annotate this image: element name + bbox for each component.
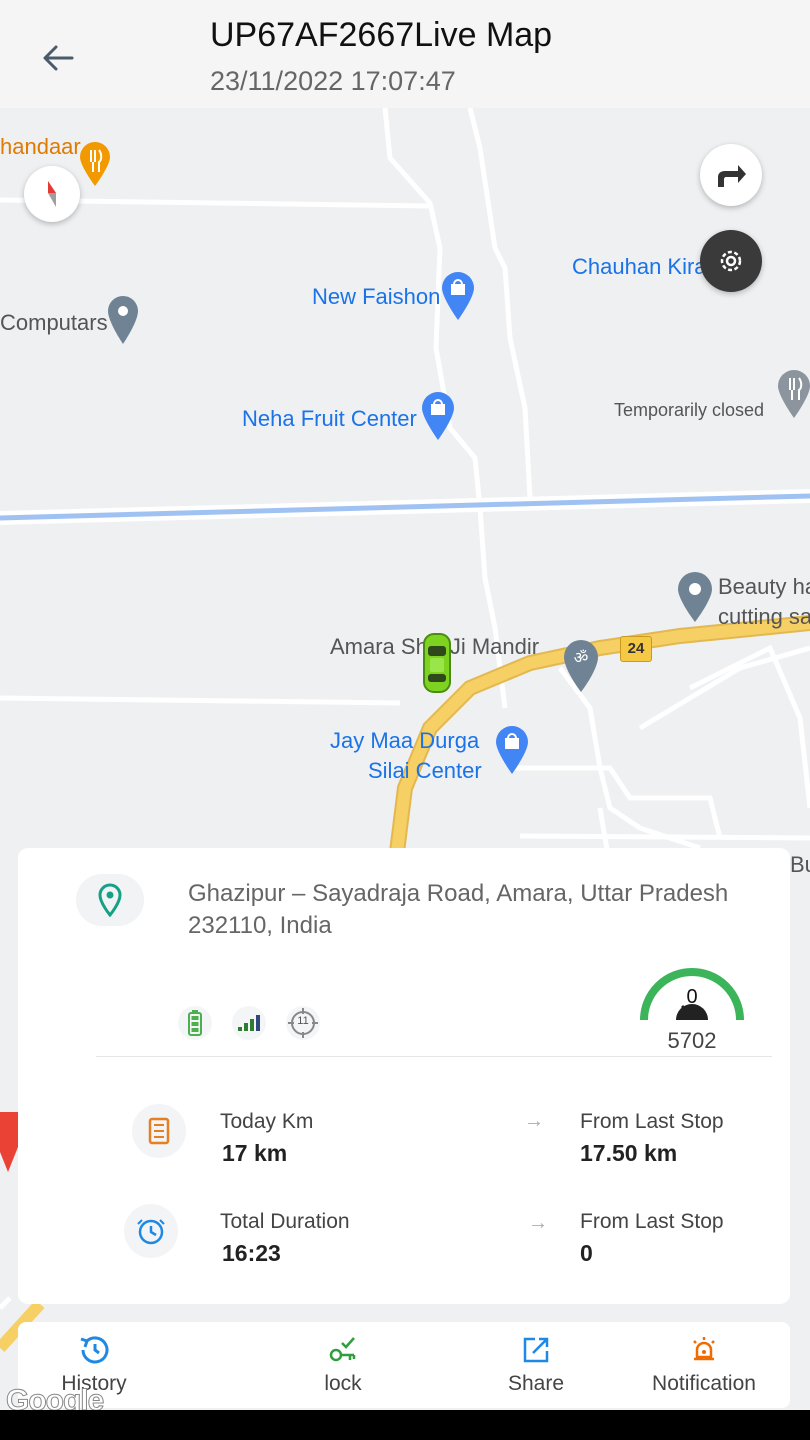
speed-value: 0: [686, 986, 698, 1008]
arrow-left-icon: [43, 45, 74, 71]
battery-icon: [178, 1006, 212, 1040]
arrow-right-icon: →: [528, 1212, 548, 1234]
today-km-label: Today Km: [220, 1110, 314, 1133]
arrow-right-icon: →: [524, 1110, 544, 1132]
svg-text:ॐ: ॐ: [574, 648, 589, 667]
back-button[interactable]: [38, 38, 78, 78]
total-duration-value: 16:23: [222, 1240, 281, 1266]
shopping-pin-icon[interactable]: [442, 272, 474, 325]
poi-label-beauty-1[interactable]: Beauty ha: [718, 574, 810, 600]
from-last-stop-duration-label: From Last Stop: [580, 1210, 724, 1233]
status-icons: 11: [178, 1006, 320, 1040]
alarm-bell-icon: [693, 1337, 715, 1361]
signal-strength-icon: [232, 1006, 266, 1040]
poi-label-bhandaar[interactable]: handaar: [0, 134, 81, 160]
poi-label-jay-maa-2[interactable]: Silai Center: [368, 758, 482, 784]
vehicle-info-card: Ghazipur – Sayadraja Road, Amara, Uttar …: [18, 848, 790, 1304]
lock-label: lock: [324, 1372, 362, 1395]
share-label: Share: [507, 1372, 565, 1395]
shopping-pin-icon[interactable]: [496, 726, 528, 779]
key-check-icon: [329, 1337, 356, 1362]
share-icon: [523, 1337, 549, 1363]
compass-icon: [48, 181, 56, 207]
from-last-stop-distance-label: From Last Stop: [580, 1110, 724, 1133]
directions-button[interactable]: [700, 144, 762, 206]
place-pin-icon[interactable]: [108, 296, 138, 349]
compass-button[interactable]: [24, 166, 80, 222]
route-badge: 24: [620, 636, 652, 662]
shopping-pin-icon[interactable]: [422, 392, 454, 445]
system-navigation-bar: [0, 1410, 810, 1440]
temple-pin-icon[interactable]: ॐ: [564, 640, 598, 697]
satellite-count: 11: [297, 1015, 309, 1027]
card-divider: [96, 1056, 772, 1057]
red-place-pin-icon[interactable]: [0, 1112, 20, 1177]
poi-label-neha-fruit[interactable]: Neha Fruit Center: [242, 406, 417, 432]
poi-label-bu[interactable]: Bu: [790, 852, 810, 878]
app-header: UP67AF2667Live Map 23/11/2022 17:07:47: [0, 0, 810, 108]
poi-label-computars[interactable]: Computars: [0, 310, 108, 336]
road-distance-icon: [132, 1104, 186, 1158]
vehicle-address: Ghazipur – Sayadraja Road, Amara, Uttar …: [188, 880, 729, 939]
settings-button[interactable]: [700, 230, 762, 292]
restaurant-pin-icon[interactable]: [778, 370, 810, 423]
speedometer: 0 5702: [636, 966, 748, 1056]
poi-label-beauty-2[interactable]: cutting sa: [718, 604, 810, 630]
poi-label-jay-maa-1[interactable]: Jay Maa Durga: [330, 728, 479, 754]
gps-satellites-icon: 11: [286, 1006, 320, 1040]
history-icon: [80, 1336, 109, 1364]
total-duration-label: Total Duration: [220, 1210, 350, 1233]
timestamp: 23/11/2022 17:07:47: [210, 66, 456, 96]
share-button[interactable]: Share: [456, 1332, 616, 1396]
lock-button[interactable]: lock: [263, 1332, 423, 1396]
odometer-value: 5702: [667, 1028, 717, 1053]
vehicle-car-icon[interactable]: [422, 632, 452, 699]
place-pin-icon[interactable]: [678, 572, 712, 627]
forward-arrow-icon: [718, 165, 746, 187]
page-title: UP67AF2667Live Map: [210, 16, 553, 54]
notification-label: Notification: [652, 1372, 756, 1395]
notification-button[interactable]: Notification: [624, 1332, 784, 1396]
bottom-action-bar: History lock Share Notification: [18, 1322, 790, 1408]
from-last-stop-duration-value: 0: [580, 1240, 593, 1266]
location-pin-icon: [76, 874, 144, 926]
from-last-stop-distance-value: 17.50 km: [580, 1140, 678, 1166]
clock-icon: [124, 1204, 178, 1258]
restaurant-pin-icon[interactable]: [80, 142, 110, 191]
poi-label-new-faishon[interactable]: New Faishon: [312, 284, 440, 310]
gear-icon: [720, 250, 742, 272]
today-km-value: 17 km: [222, 1140, 288, 1166]
poi-label-chauhan-kiran[interactable]: Chauhan Kiran: [572, 254, 719, 280]
poi-status-temporarily-closed: Temporarily closed: [614, 400, 765, 420]
